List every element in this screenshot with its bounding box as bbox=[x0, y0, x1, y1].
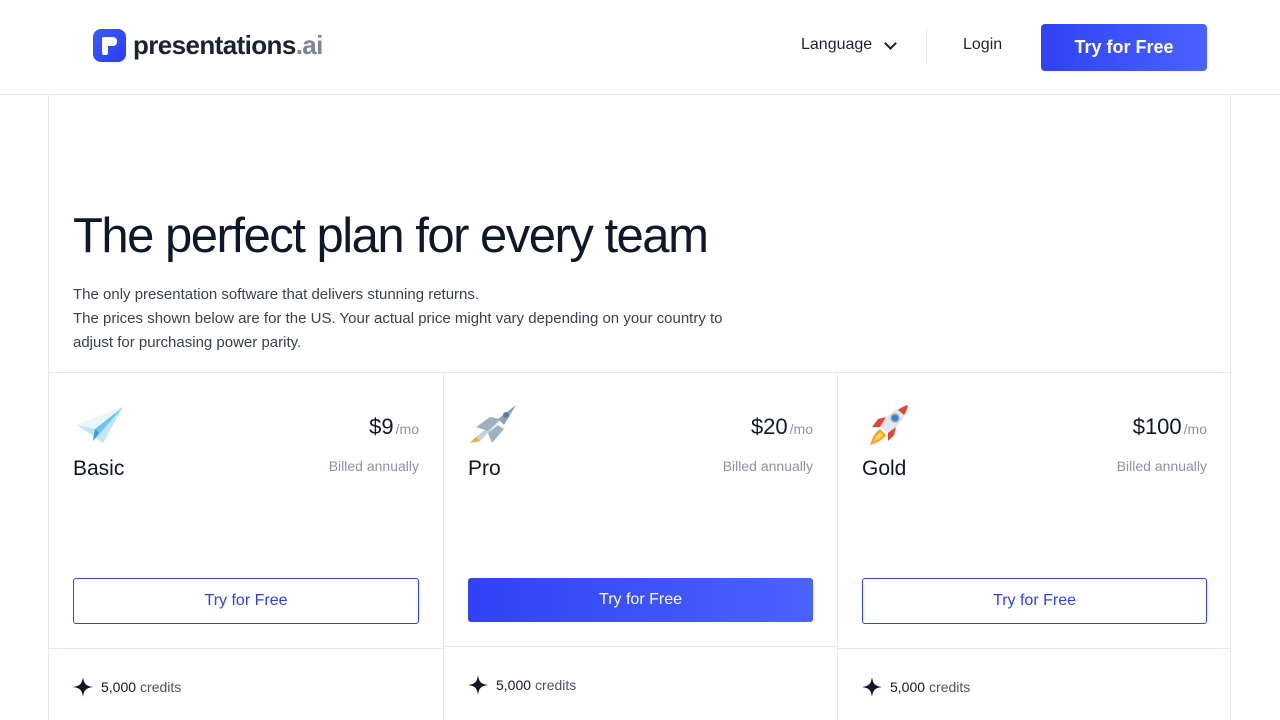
credits-amount: 5,000 bbox=[890, 679, 926, 695]
credits-amount: 5,000 bbox=[496, 677, 532, 693]
billing-note: Billed annually bbox=[328, 458, 419, 474]
billing-note: Billed annually bbox=[722, 458, 813, 474]
plan-card-pro: Pro $20/mo Billed annually Try for Free … bbox=[443, 373, 837, 720]
price-period: /mo bbox=[789, 421, 813, 437]
try-for-free-button[interactable]: Try for Free bbox=[1041, 24, 1207, 71]
rocket-icon bbox=[870, 405, 908, 445]
plan-divider bbox=[444, 646, 837, 647]
page-subtitle: The only presentation software that deli… bbox=[73, 283, 793, 355]
gold-try-for-free-button[interactable]: Try for Free bbox=[862, 578, 1207, 624]
price-amount: $20 bbox=[750, 414, 788, 439]
basic-try-for-free-button[interactable]: Try for Free bbox=[73, 578, 419, 624]
login-link[interactable]: Login bbox=[963, 36, 1002, 54]
plan-card-gold: Gold $100/mo Billed annually Try for Fre… bbox=[837, 373, 1231, 720]
feature-credits: 5,000 credits bbox=[73, 677, 181, 697]
chevron-down-icon bbox=[884, 36, 898, 50]
plan-price: $100/mo bbox=[1133, 414, 1207, 440]
plan-name: Gold bbox=[862, 457, 907, 480]
plan-price: $20/mo bbox=[751, 414, 813, 440]
pro-try-for-free-button[interactable]: Try for Free bbox=[468, 578, 813, 622]
paper-plane-icon bbox=[77, 407, 123, 443]
billing-note: Billed annually bbox=[1116, 458, 1207, 474]
credits-label: credits bbox=[535, 677, 577, 693]
plan-price: $9/mo bbox=[369, 414, 419, 440]
price-amount: $100 bbox=[1132, 414, 1182, 439]
subtitle-line-2: The prices shown below are for the US. Y… bbox=[73, 310, 723, 327]
nav-divider bbox=[926, 29, 927, 65]
plan-name: Pro bbox=[468, 457, 501, 480]
jet-icon bbox=[470, 405, 516, 443]
price-period: /mo bbox=[1183, 421, 1207, 437]
page-title: The perfect plan for every team bbox=[73, 209, 709, 263]
logo-text-main: presentations bbox=[133, 30, 296, 60]
sparkle-icon bbox=[73, 677, 93, 697]
site-header: presentations.ai Language Login Try for … bbox=[0, 0, 1280, 95]
plan-card-basic: Basic $9/mo Billed annually Try for Free… bbox=[49, 373, 443, 720]
price-amount: $9 bbox=[369, 414, 394, 439]
feature-credits: 5,000 credits bbox=[468, 675, 576, 695]
logo-text-suffix: .ai bbox=[295, 30, 324, 60]
plan-divider bbox=[838, 648, 1231, 649]
language-label: Language bbox=[801, 36, 873, 53]
logo-mark-icon bbox=[93, 29, 126, 62]
plan-name: Basic bbox=[73, 457, 125, 480]
price-period: /mo bbox=[395, 421, 419, 437]
feature-credits: 5,000 credits bbox=[862, 677, 970, 697]
credits-amount: 5,000 bbox=[101, 679, 137, 695]
logo[interactable]: presentations.ai bbox=[93, 29, 323, 62]
plan-divider bbox=[49, 648, 443, 649]
sparkle-icon bbox=[862, 677, 882, 697]
sparkle-icon bbox=[468, 675, 488, 695]
credits-label: credits bbox=[140, 679, 182, 695]
logo-text: presentations.ai bbox=[133, 30, 323, 61]
subtitle-line-1: The only presentation software that deli… bbox=[73, 286, 480, 303]
credits-label: credits bbox=[929, 679, 971, 695]
language-dropdown[interactable]: Language bbox=[801, 36, 898, 54]
subtitle-line-3: adjust for purchasing power parity. bbox=[73, 334, 302, 351]
